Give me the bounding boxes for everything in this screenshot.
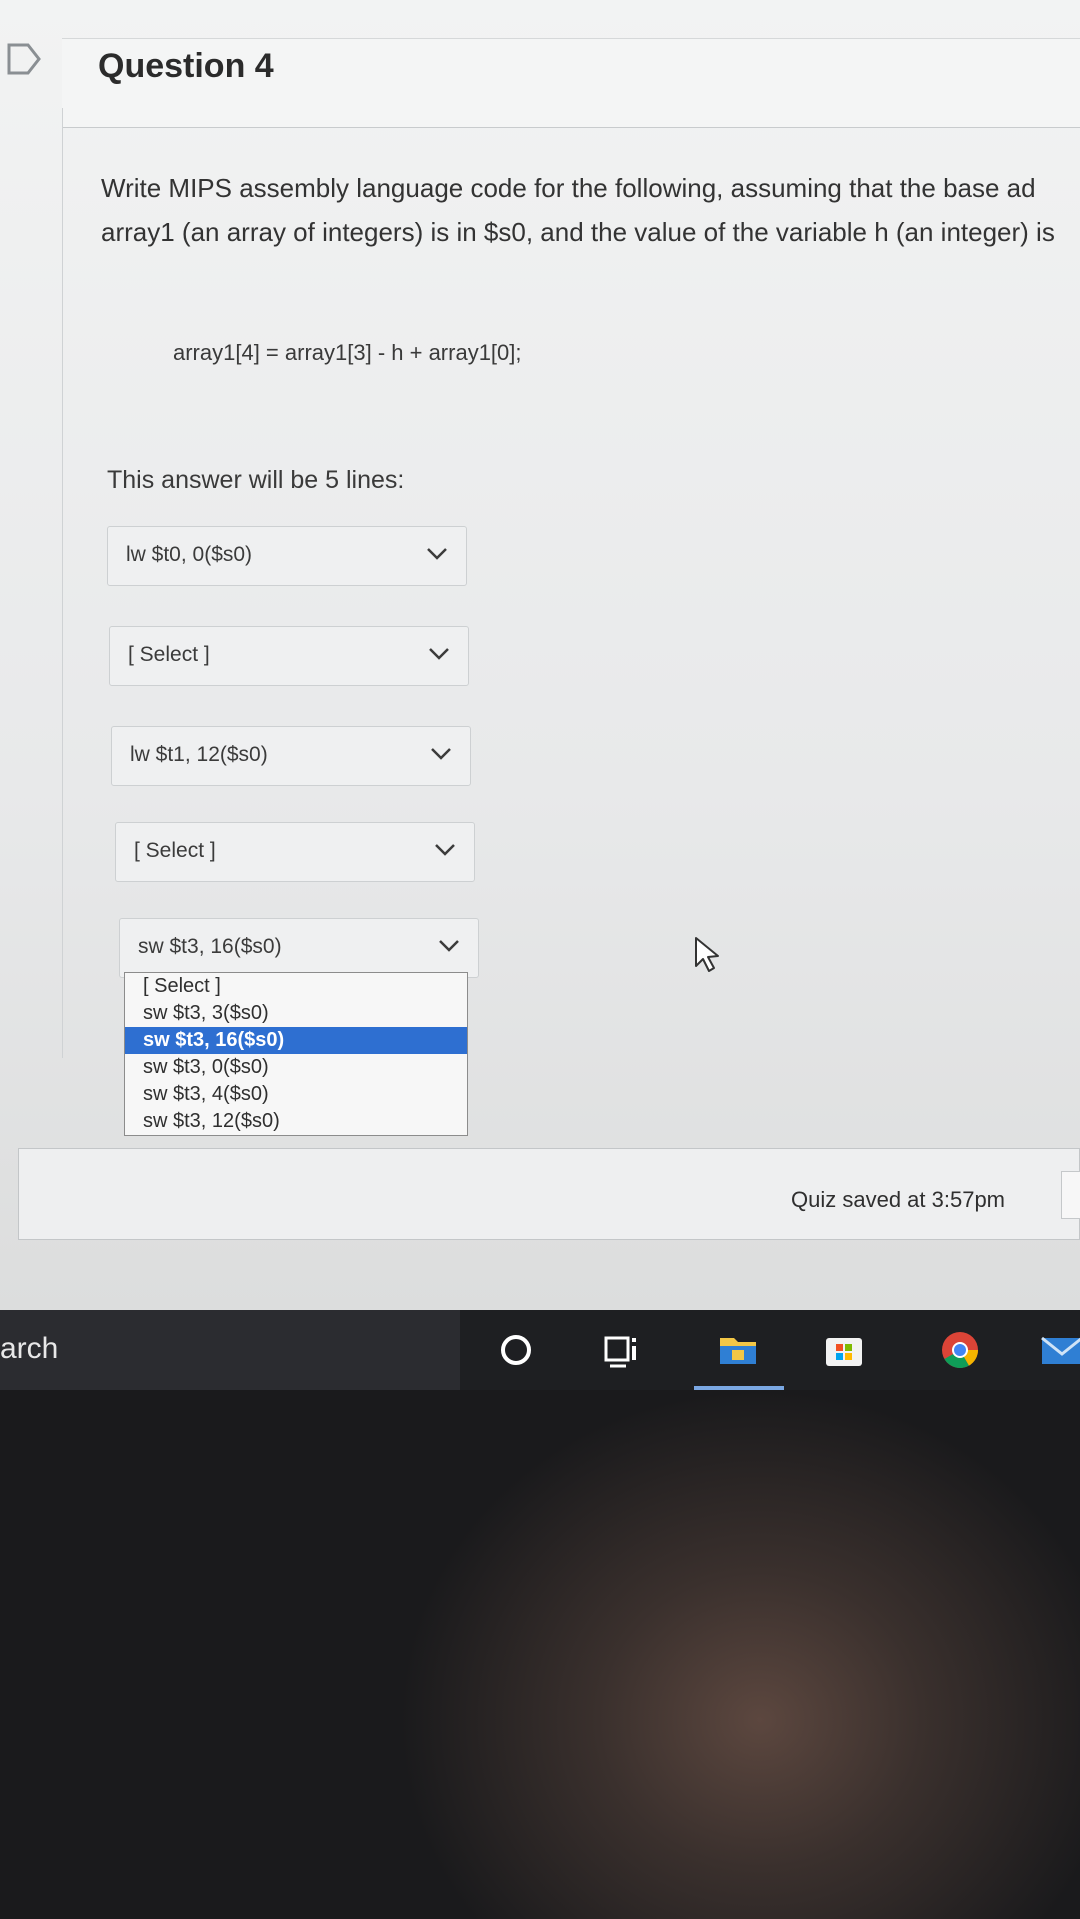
chevron-down-icon	[427, 548, 447, 560]
task-view-icon[interactable]	[600, 1328, 644, 1372]
question-body: Write MIPS assembly language code for th…	[62, 108, 1080, 1058]
windows-taskbar: arch	[0, 1310, 1080, 1390]
dropdown-option[interactable]: [ Select ]	[125, 973, 467, 1000]
file-explorer-icon[interactable]	[716, 1328, 760, 1372]
dropdown-option-highlighted[interactable]: sw $t3, 16($s0)	[125, 1027, 467, 1054]
chevron-down-icon	[439, 940, 459, 952]
question-prompt: Write MIPS assembly language code for th…	[101, 166, 1080, 254]
chrome-icon[interactable]	[938, 1328, 982, 1372]
flag-icon[interactable]	[6, 42, 44, 76]
mail-icon[interactable]	[1040, 1328, 1080, 1372]
dropdown-option[interactable]: sw $t3, 0($s0)	[125, 1054, 467, 1081]
answer-select-1[interactable]: lw $t0, 0($s0)	[107, 526, 467, 586]
taskbar-search-text: arch	[0, 1332, 59, 1365]
chevron-down-icon	[429, 648, 449, 660]
answer-select-value: lw $t0, 0($s0)	[126, 543, 253, 566]
answer-select-4[interactable]: [ Select ]	[115, 822, 475, 882]
question-title: Question 4	[98, 47, 274, 85]
answer-select-value: sw $t3, 16($s0)	[138, 935, 282, 958]
dropdown-option[interactable]: sw $t3, 12($s0)	[125, 1108, 467, 1135]
photo-background	[0, 1390, 1080, 1919]
code-formula: array1[4] = array1[3] - h + array1[0];	[173, 340, 522, 365]
store-icon[interactable]	[822, 1328, 866, 1372]
answer-select-value: [ Select ]	[134, 839, 216, 862]
quiz-saved-status: Quiz saved at 3:57pm	[791, 1187, 1006, 1212]
lines-note: This answer will be 5 lines:	[107, 466, 405, 494]
answer-select-2[interactable]: [ Select ]	[109, 626, 469, 686]
cortana-icon[interactable]	[494, 1328, 538, 1372]
chevron-down-icon	[435, 844, 455, 856]
mouse-cursor-icon	[695, 937, 719, 972]
browser-viewport: Question 4 Write MIPS assembly language …	[0, 0, 1080, 1310]
answer-select-value: [ Select ]	[128, 643, 210, 666]
quiz-footer: Quiz saved at 3:57pm	[18, 1148, 1080, 1240]
dropdown-option[interactable]: sw $t3, 3($s0)	[125, 1000, 467, 1027]
prompt-line-2: array1 (an array of integers) is in $s0,…	[101, 217, 1055, 247]
submit-quiz-button[interactable]	[1061, 1171, 1080, 1219]
taskbar-search[interactable]: arch	[0, 1310, 460, 1390]
prompt-line-1: Write MIPS assembly language code for th…	[101, 173, 1036, 203]
chevron-down-icon	[431, 748, 451, 760]
answer-select-value: lw $t1, 12($s0)	[130, 743, 268, 766]
answer-select-3[interactable]: lw $t1, 12($s0)	[111, 726, 471, 786]
answer-select-5[interactable]: sw $t3, 16($s0)	[119, 918, 479, 978]
dropdown-option[interactable]: sw $t3, 4($s0)	[125, 1081, 467, 1108]
select-dropdown-list[interactable]: [ Select ] sw $t3, 3($s0) sw $t3, 16($s0…	[124, 972, 468, 1136]
